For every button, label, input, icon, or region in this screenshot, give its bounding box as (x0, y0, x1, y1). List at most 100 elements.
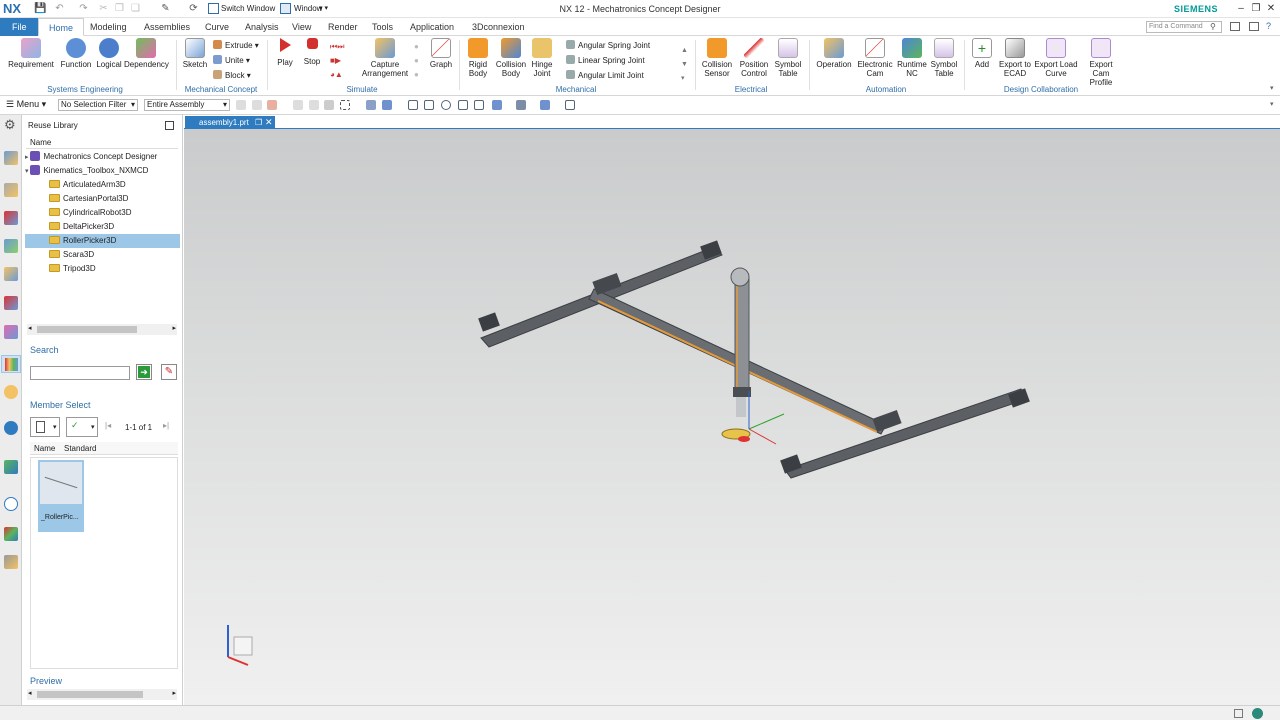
tab-pin-icon[interactable]: ❐ (255, 116, 262, 129)
tab-curve[interactable]: Curve (197, 18, 237, 36)
automation-symbol-table-button[interactable]: Symbol Table (929, 38, 959, 78)
tab-application[interactable]: Application (402, 18, 462, 36)
group-systems-engineering[interactable]: Systems Engineering (20, 85, 150, 94)
horizontal-scrollbar[interactable]: ◂ ▸ (27, 324, 177, 335)
block-button[interactable]: Block ▾ (213, 70, 251, 81)
view-triad[interactable] (227, 625, 253, 666)
box-select-icon[interactable] (340, 100, 350, 110)
filter-option-icon[interactable] (236, 100, 246, 110)
tree-node-library[interactable]: ▾ Kinematics_Toolbox_NXMCD (25, 164, 180, 178)
maximize-panel-icon[interactable] (165, 121, 174, 130)
search-icon[interactable]: ⚲ (1210, 22, 1216, 31)
collision-sensor-button[interactable]: Collision Sensor (699, 38, 735, 78)
fit-view-icon[interactable] (408, 100, 418, 110)
assembly-navigator-icon[interactable] (4, 151, 18, 165)
electronic-cam-button[interactable]: Electronic Cam (855, 38, 895, 78)
signal-navigator-icon[interactable] (4, 296, 18, 310)
position-control-button[interactable]: Position Control (735, 38, 773, 78)
view-type-button[interactable]: ▾ (30, 417, 60, 437)
tree-node-library[interactable]: ▸ Mechatronics Concept Designer (25, 150, 180, 164)
play-button[interactable]: Play (270, 38, 300, 67)
filter-option-icon[interactable] (252, 100, 262, 110)
copy-icon[interactable]: ❐ (114, 3, 125, 14)
settings-gear-icon[interactable]: ⚙ (4, 118, 18, 132)
symbol-table-button[interactable]: Symbol Table (773, 38, 803, 78)
operation-button[interactable]: Operation (814, 38, 854, 69)
select-option-icon[interactable] (309, 100, 319, 110)
tree-node-folder[interactable]: Tripod3D (25, 262, 180, 276)
history-palette-icon[interactable] (4, 460, 18, 474)
angular-spring-joint-button[interactable]: Angular Spring Joint (566, 40, 650, 51)
status-connection-icon[interactable] (1252, 708, 1263, 719)
touch-mode-icon[interactable]: ✎ (160, 3, 171, 14)
chevron-down-icon[interactable]: ▾ ▾ (319, 4, 328, 12)
minimize-icon[interactable]: – (1234, 2, 1248, 15)
group-mechanical[interactable]: Mechanical (460, 85, 692, 94)
tree-node-folder-selected[interactable]: RollerPicker3D (25, 234, 180, 248)
search-go-button[interactable]: ➜ (136, 364, 152, 380)
group-design-collaboration[interactable]: Design Collaboration (966, 85, 1116, 94)
tree-node-folder[interactable]: Scara3D (25, 248, 180, 262)
scroll-left-icon[interactable]: ◂ (28, 689, 32, 697)
unite-button[interactable]: Unite ▾ (213, 55, 250, 66)
preview-scrollbar[interactable]: ◂ ▸ (27, 689, 177, 700)
redo-icon[interactable]: ↷ (78, 3, 89, 14)
history-clock-icon[interactable] (4, 497, 18, 511)
document-tab[interactable]: assembly1.prt ❐ ✕ (185, 116, 275, 129)
step-controls-icon[interactable]: ⏮⏭ ■▶ ◕▲ (330, 40, 352, 82)
zoom-icon[interactable] (424, 100, 434, 110)
requirement-button[interactable]: Requirement (8, 38, 54, 69)
first-page-icon[interactable]: |◂ (105, 421, 111, 430)
member-column-standard[interactable]: Standard (64, 444, 96, 453)
tree-node-folder[interactable]: CartesianPortal3D (25, 192, 180, 206)
tree-node-folder[interactable]: ArticulatedArm3D (25, 178, 180, 192)
runtime-nc-button[interactable]: Runtime NC (895, 38, 929, 78)
tree-node-folder[interactable]: DeltaPicker3D (25, 220, 180, 234)
last-page-icon[interactable]: ▸| (163, 421, 169, 430)
window-mode-icon[interactable] (1249, 22, 1259, 31)
capture-arrangement-button[interactable]: Capture Arrangement (360, 38, 410, 78)
view-option-icon[interactable] (382, 100, 392, 110)
tab-file[interactable]: File (0, 18, 39, 36)
tab-assemblies[interactable]: Assemblies (136, 18, 198, 36)
graphics-window[interactable] (184, 129, 1280, 705)
reuse-library-tab[interactable] (1, 355, 21, 373)
constraint-navigator-icon[interactable] (4, 183, 18, 197)
export-cam-profile-button[interactable]: Export Cam Profile (1080, 38, 1122, 87)
scrollbar-thumb[interactable] (37, 326, 137, 333)
filter-button[interactable]: ✓ ▾ (66, 417, 98, 437)
tree-node-folder[interactable]: CylindricalRobot3D (25, 206, 180, 220)
background-icon[interactable] (540, 100, 550, 110)
save-icon[interactable]: 💾 (34, 3, 46, 14)
member-item-selected[interactable]: _RollerPic... (38, 460, 84, 532)
status-layout-icon[interactable] (1234, 709, 1243, 718)
sketch-button[interactable]: Sketch (179, 38, 211, 69)
clear-search-icon[interactable]: ✎ (161, 364, 177, 380)
tab-home[interactable]: Home (38, 18, 85, 36)
web-browser-icon[interactable] (4, 421, 18, 435)
export-ecad-button[interactable]: Export to ECAD (997, 38, 1033, 78)
add-button[interactable]: + Add (968, 38, 996, 69)
coordinate-handle[interactable] (748, 391, 785, 445)
hinge-joint-button[interactable]: Hinge Joint (528, 38, 556, 78)
process-studio-icon[interactable] (4, 555, 18, 569)
tab-view[interactable]: View (284, 18, 319, 36)
collision-body-button[interactable]: Collision Body (494, 38, 528, 78)
close-icon[interactable]: ✕ (1264, 2, 1278, 15)
tab-render[interactable]: Render (320, 18, 366, 36)
cut-icon[interactable]: ✂ (98, 3, 109, 14)
repeat-command-icon[interactable]: ⟳ (188, 3, 199, 14)
selection-scope-dropdown[interactable]: Entire Assembly ▾ (144, 99, 230, 111)
angular-limit-joint-button[interactable]: Angular Limit Joint (566, 70, 644, 81)
pan-icon[interactable] (458, 100, 468, 110)
close-tab-icon[interactable]: ✕ (265, 116, 273, 129)
search-input[interactable] (30, 366, 130, 380)
tab-3dconnexion[interactable]: 3Dconnexion (464, 18, 533, 36)
view-option-icon[interactable] (366, 100, 376, 110)
extrude-button[interactable]: Extrude ▾ (213, 40, 259, 51)
scroll-right-icon[interactable]: ▸ (172, 689, 176, 697)
export-load-curve-button[interactable]: Export Load Curve (1034, 38, 1078, 78)
gallery-scroll-icon[interactable]: ▲ ▼ ▾ (681, 44, 688, 86)
switch-window-button[interactable]: Switch Window (221, 4, 275, 13)
hd3d-tools-icon[interactable] (4, 385, 18, 399)
